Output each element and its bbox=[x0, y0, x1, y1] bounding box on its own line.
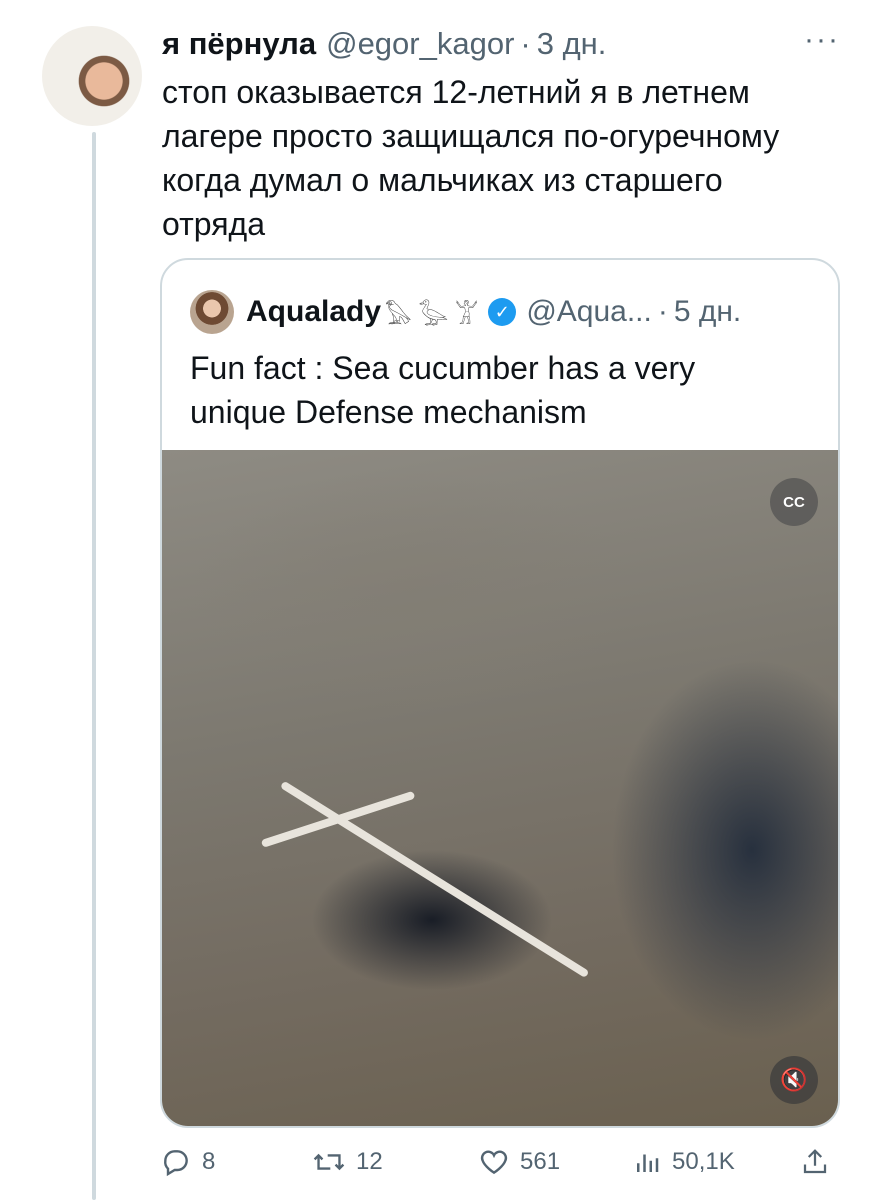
reply-icon bbox=[164, 1150, 188, 1177]
quote-timestamp[interactable]: 5 дн. bbox=[674, 295, 741, 329]
separator: · bbox=[520, 26, 531, 61]
quote-avatar[interactable] bbox=[190, 290, 234, 334]
video-frame-detail bbox=[260, 790, 416, 848]
mute-icon[interactable]: 🔇 bbox=[770, 1056, 818, 1104]
reply-count: 8 bbox=[202, 1148, 216, 1175]
quote-handle[interactable]: @Aqua... bbox=[526, 295, 652, 329]
verified-badge-icon: ✓ bbox=[488, 298, 517, 326]
quote-text: Fun fact : Sea cucumber has a very uniqu… bbox=[190, 350, 696, 430]
tweet-header: я пёрнула @egor_kagor · 3 дн. bbox=[162, 24, 840, 64]
reply-button[interactable]: 8 bbox=[160, 1142, 215, 1182]
more-options-icon[interactable]: ··· bbox=[804, 25, 840, 55]
user-handle[interactable]: @egor_kagor bbox=[326, 26, 514, 62]
quote-header: Aqualady 𓅃 𓅭 𓀠 ✓ @Aqua... · 5 дн. bbox=[190, 290, 818, 334]
quote-separator: · bbox=[657, 295, 668, 328]
like-button[interactable]: 561 bbox=[478, 1142, 560, 1182]
share-icon bbox=[803, 1149, 827, 1174]
captions-button[interactable]: CC bbox=[770, 478, 818, 526]
analytics-icon bbox=[637, 1154, 659, 1172]
retweet-icon bbox=[313, 1153, 345, 1171]
video-player[interactable]: CC 🔇 bbox=[162, 450, 838, 1126]
timestamp[interactable]: 3 дн. bbox=[537, 26, 607, 62]
display-name[interactable]: я пёрнула bbox=[162, 26, 316, 62]
views-count: 50,1K bbox=[672, 1148, 735, 1175]
quoted-tweet[interactable]: Aqualady 𓅃 𓅭 𓀠 ✓ @Aqua... · 5 дн. Fun fa… bbox=[160, 258, 840, 1128]
tweet-text: стоп оказывается 12-летний я в летнем ла… bbox=[162, 74, 780, 242]
retweet-button[interactable]: 12 bbox=[312, 1142, 383, 1182]
video-frame-detail bbox=[279, 780, 590, 979]
share-button[interactable] bbox=[800, 1142, 840, 1182]
views-button[interactable]: 50,1K bbox=[632, 1142, 735, 1182]
retweet-count: 12 bbox=[356, 1148, 383, 1175]
like-count: 561 bbox=[520, 1148, 561, 1175]
avatar[interactable] bbox=[42, 26, 142, 126]
thread-line bbox=[92, 132, 96, 1200]
heart-icon bbox=[480, 1150, 508, 1175]
action-bar: 8 12 561 50,1K bbox=[160, 1142, 840, 1182]
quote-display-name[interactable]: Aqualady bbox=[246, 295, 381, 329]
quote-name-emoji: 𓅃 𓅭 𓀠 bbox=[385, 303, 479, 330]
